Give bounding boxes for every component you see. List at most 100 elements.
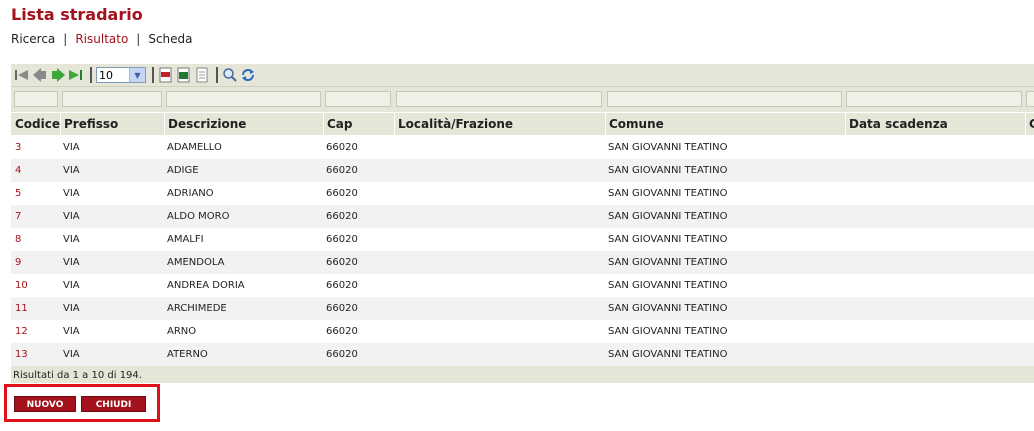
table-row[interactable]: 11 VIA ARCHIMEDE 66020 SAN GIOVANNI TEAT… — [11, 297, 1034, 320]
cell-localita — [394, 251, 397, 274]
export-pdf-icon[interactable] — [158, 67, 174, 83]
column-header-extra[interactable]: C — [1025, 113, 1034, 135]
cell-prefisso: VIA — [63, 165, 80, 176]
page-title: Lista stradario — [11, 5, 143, 24]
page-size-value: 10 — [99, 68, 113, 82]
cell-cap: 66020 — [326, 257, 358, 268]
cell-codice[interactable]: 3 — [12, 136, 21, 159]
cell-comune: SAN GIOVANNI TEATINO — [608, 165, 728, 176]
table-row[interactable]: 8 VIA AMALFI 66020 SAN GIOVANNI TEATINO — [11, 228, 1034, 251]
column-header-data-scadenza[interactable]: Data scadenza — [845, 113, 1025, 135]
refresh-icon[interactable] — [240, 67, 256, 83]
filter-extra[interactable] — [1026, 91, 1034, 107]
cell-codice[interactable]: 11 — [12, 297, 28, 320]
tab-risultato[interactable]: Risultato — [75, 32, 128, 46]
cell-prefisso: VIA — [63, 188, 80, 199]
cell-descrizione: ADRIANO — [167, 188, 214, 199]
filter-comune[interactable] — [607, 91, 842, 107]
cell-codice[interactable]: 10 — [12, 274, 28, 297]
cell-data-scadenza — [845, 274, 848, 297]
cell-cap: 66020 — [326, 303, 358, 314]
toolbar-divider — [216, 67, 218, 83]
tab-ricerca[interactable]: Ricerca — [11, 32, 55, 46]
cell-prefisso: VIA — [63, 234, 80, 245]
table-row[interactable]: 7 VIA ALDO MORO 66020 SAN GIOVANNI TEATI… — [11, 205, 1034, 228]
cell-prefisso: VIA — [63, 303, 80, 314]
toolbar-divider — [152, 67, 154, 83]
column-header-cap[interactable]: Cap — [323, 113, 394, 135]
last-page-icon[interactable] — [68, 67, 84, 83]
cell-cap: 66020 — [326, 211, 358, 222]
cell-cap: 66020 — [326, 349, 358, 360]
cell-comune: SAN GIOVANNI TEATINO — [608, 280, 728, 291]
cell-localita — [394, 320, 397, 343]
cell-descrizione: AMENDOLA — [167, 257, 225, 268]
search-icon[interactable] — [222, 67, 238, 83]
table-header: Codice Prefisso Descrizione Cap Località… — [11, 113, 1034, 135]
cell-prefisso: VIA — [63, 326, 80, 337]
cell-cap: 66020 — [326, 280, 358, 291]
cell-localita — [394, 274, 397, 297]
table-row[interactable]: 9 VIA AMENDOLA 66020 SAN GIOVANNI TEATIN… — [11, 251, 1034, 274]
table-row[interactable]: 4 VIA ADIGE 66020 SAN GIOVANNI TEATINO — [11, 159, 1034, 182]
cell-localita — [394, 159, 397, 182]
export-excel-icon[interactable] — [176, 67, 192, 83]
filter-cap[interactable] — [325, 91, 391, 107]
cell-codice[interactable]: 12 — [12, 320, 28, 343]
cell-cap: 66020 — [326, 165, 358, 176]
cell-comune: SAN GIOVANNI TEATINO — [608, 349, 728, 360]
column-header-codice[interactable]: Codice — [11, 113, 62, 135]
filter-data-scadenza[interactable] — [846, 91, 1022, 107]
filter-localita[interactable] — [396, 91, 602, 107]
table-row[interactable]: 12 VIA ARNO 66020 SAN GIOVANNI TEATINO — [11, 320, 1034, 343]
first-page-icon[interactable] — [14, 67, 30, 83]
previous-page-icon[interactable] — [32, 67, 48, 83]
cell-prefisso: VIA — [63, 280, 80, 291]
filter-codice[interactable] — [14, 91, 58, 107]
chiudi-button[interactable]: CHIUDI — [81, 396, 146, 412]
cell-data-scadenza — [845, 320, 848, 343]
cell-descrizione: ATERNO — [167, 349, 208, 360]
column-header-prefisso[interactable]: Prefisso — [60, 113, 164, 135]
cell-descrizione: ARNO — [167, 326, 197, 337]
column-header-descrizione[interactable]: Descrizione — [164, 113, 323, 135]
results-info: Risultati da 1 a 10 di 194. — [11, 366, 1034, 383]
column-header-localita[interactable]: Località/Frazione — [394, 113, 605, 135]
cell-prefisso: VIA — [63, 349, 80, 360]
next-page-icon[interactable] — [50, 67, 66, 83]
cell-codice[interactable]: 13 — [12, 343, 28, 366]
cell-comune: SAN GIOVANNI TEATINO — [608, 257, 728, 268]
cell-localita — [394, 136, 397, 159]
chevron-down-icon: ▼ — [129, 68, 145, 82]
tab-separator: | — [136, 32, 141, 46]
column-header-comune[interactable]: Comune — [605, 113, 845, 135]
cell-prefisso: VIA — [63, 211, 80, 222]
cell-codice[interactable]: 5 — [12, 182, 21, 205]
cell-codice[interactable]: 4 — [12, 159, 21, 182]
table-row[interactable]: 10 VIA ANDREA DORIA 66020 SAN GIOVANNI T… — [11, 274, 1034, 297]
nuovo-button[interactable]: NUOVO — [14, 396, 76, 412]
table-row[interactable]: 5 VIA ADRIANO 66020 SAN GIOVANNI TEATINO — [11, 182, 1034, 205]
filter-row — [11, 87, 1034, 112]
table-row[interactable]: 13 VIA ATERNO 66020 SAN GIOVANNI TEATINO — [11, 343, 1034, 366]
cell-data-scadenza — [845, 251, 848, 274]
cell-cap: 66020 — [326, 142, 358, 153]
cell-descrizione: AMALFI — [167, 234, 204, 245]
cell-data-scadenza — [845, 159, 848, 182]
cell-localita — [394, 182, 397, 205]
filter-prefisso[interactable] — [62, 91, 162, 107]
cell-data-scadenza — [845, 182, 848, 205]
table-row[interactable]: 3 VIA ADAMELLO 66020 SAN GIOVANNI TEATIN… — [11, 136, 1034, 159]
cell-data-scadenza — [845, 297, 848, 320]
cell-codice[interactable]: 9 — [12, 251, 21, 274]
cell-localita — [394, 297, 397, 320]
cell-codice[interactable]: 7 — [12, 205, 21, 228]
tab-scheda[interactable]: Scheda — [148, 32, 192, 46]
page-size-select[interactable]: 10 ▼ — [96, 67, 146, 83]
document-icon[interactable] — [194, 67, 210, 83]
cell-data-scadenza — [845, 205, 848, 228]
filter-descrizione[interactable] — [166, 91, 321, 107]
cell-cap: 66020 — [326, 188, 358, 199]
cell-codice[interactable]: 8 — [12, 228, 21, 251]
cell-comune: SAN GIOVANNI TEATINO — [608, 326, 728, 337]
